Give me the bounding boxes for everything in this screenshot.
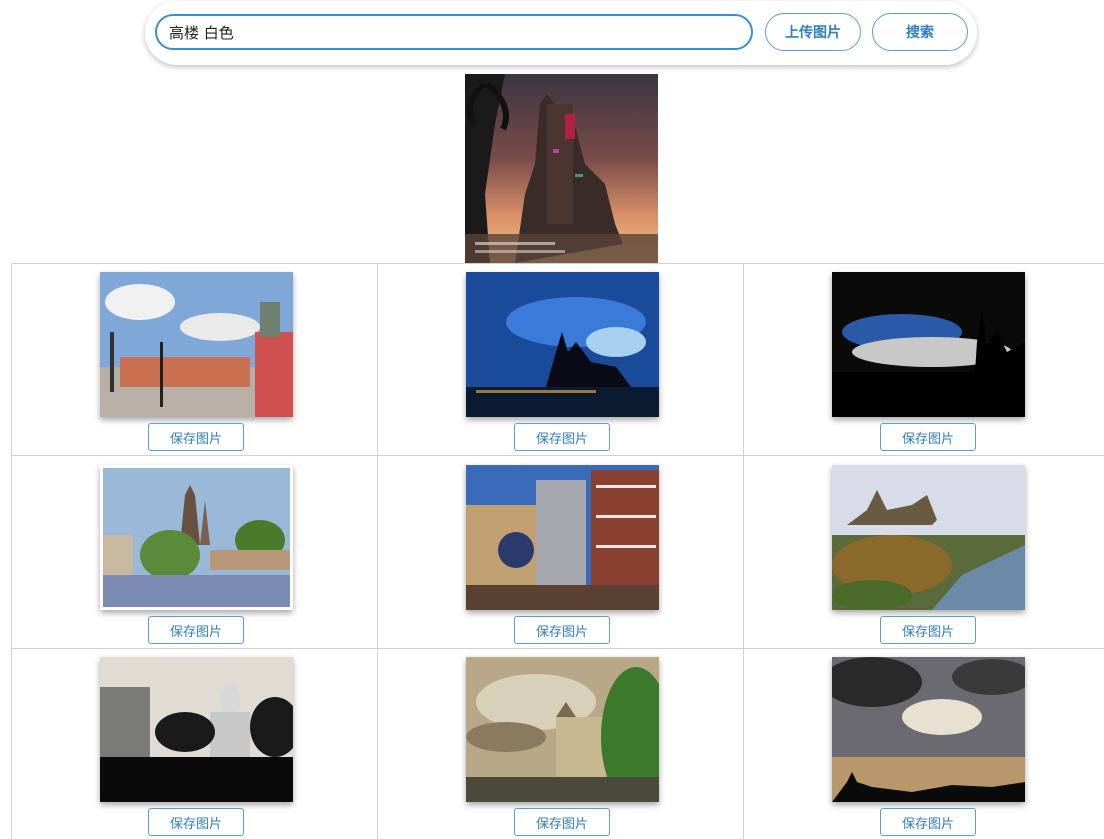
result-cell: 保存图片	[743, 648, 1104, 839]
result-thumbnail[interactable]	[832, 465, 1025, 610]
result-thumbnail[interactable]	[466, 657, 659, 802]
results-grid: 保存图片 保存图片 保存图片 保存图片 保存图片 保存图片 保存图片 保存图片 …	[11, 263, 1104, 839]
save-image-button[interactable]: 保存图片	[514, 808, 610, 836]
result-cell: 保存图片	[377, 263, 743, 455]
search-button[interactable]: 搜索	[872, 13, 968, 51]
upload-image-button[interactable]: 上传图片	[765, 13, 861, 51]
save-image-button[interactable]: 保存图片	[148, 423, 244, 451]
result-cell: 保存图片	[11, 263, 377, 455]
result-thumbnail[interactable]	[466, 465, 659, 610]
save-image-button[interactable]: 保存图片	[880, 423, 976, 451]
result-thumbnail[interactable]	[832, 657, 1025, 802]
save-image-button[interactable]: 保存图片	[880, 808, 976, 836]
result-thumbnail[interactable]	[100, 657, 293, 802]
save-image-button[interactable]: 保存图片	[148, 808, 244, 836]
result-thumbnail[interactable]	[466, 272, 659, 417]
result-cell: 保存图片	[743, 263, 1104, 455]
query-image	[465, 74, 658, 263]
result-cell: 保存图片	[743, 455, 1104, 648]
save-image-button[interactable]: 保存图片	[514, 616, 610, 644]
save-image-button[interactable]: 保存图片	[148, 616, 244, 644]
save-image-button[interactable]: 保存图片	[880, 616, 976, 644]
result-cell: 保存图片	[377, 648, 743, 839]
result-cell: 保存图片	[11, 648, 377, 839]
save-image-button[interactable]: 保存图片	[514, 423, 610, 451]
result-thumbnail[interactable]	[100, 465, 293, 610]
search-input[interactable]	[155, 14, 753, 50]
result-cell: 保存图片	[377, 455, 743, 648]
result-cell: 保存图片	[11, 455, 377, 648]
result-thumbnail[interactable]	[100, 272, 293, 417]
search-bar: 上传图片 搜索	[145, 1, 977, 65]
result-thumbnail[interactable]	[832, 272, 1025, 417]
